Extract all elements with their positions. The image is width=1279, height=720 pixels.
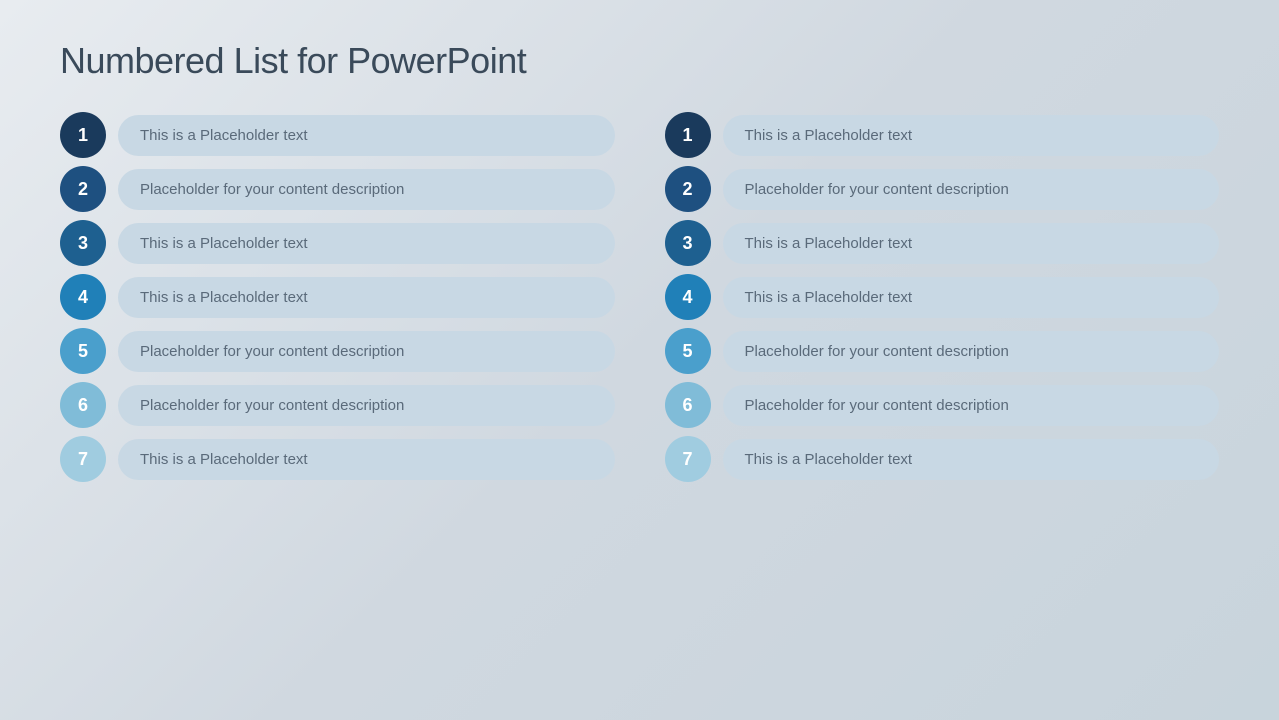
list-item-text-1: This is a Placeholder text [118,115,615,156]
number-circle-5: 5 [60,328,106,374]
number-circle-2: 2 [665,166,711,212]
number-circle-6: 6 [665,382,711,428]
list-item-text-5: Placeholder for your content description [118,331,615,372]
list-item-text-1: This is a Placeholder text [723,115,1220,156]
list-item: 7 This is a Placeholder text [60,436,615,482]
list-item-text-2: Placeholder for your content description [118,169,615,210]
list-item: 5 Placeholder for your content descriptio… [60,328,615,374]
left-column: 1 This is a Placeholder text 2 Placeholder … [60,112,615,690]
list-item-text-7: This is a Placeholder text [118,439,615,480]
number-circle-1: 1 [60,112,106,158]
page-title: Numbered List for PowerPoint [60,40,1219,82]
number-circle-7: 7 [665,436,711,482]
list-item: 3 This is a Placeholder text [665,220,1220,266]
number-circle-7: 7 [60,436,106,482]
number-circle-4: 4 [665,274,711,320]
list-item: 7 This is a Placeholder text [665,436,1220,482]
number-circle-2: 2 [60,166,106,212]
number-circle-4: 4 [60,274,106,320]
list-item: 3 This is a Placeholder text [60,220,615,266]
list-item-text-7: This is a Placeholder text [723,439,1220,480]
number-circle-3: 3 [60,220,106,266]
list-item-text-4: This is a Placeholder text [723,277,1220,318]
number-circle-5: 5 [665,328,711,374]
number-circle-3: 3 [665,220,711,266]
number-circle-6: 6 [60,382,106,428]
list-item: 1 This is a Placeholder text [60,112,615,158]
list-item-text-3: This is a Placeholder text [118,223,615,264]
columns-container: 1 This is a Placeholder text 2 Placeholder … [60,112,1219,690]
list-item: 4 This is a Placeholder text [60,274,615,320]
list-item: 6 Placeholder for your content descriptio… [60,382,615,428]
right-column: 1 This is a Placeholder text 2 Placeholder … [665,112,1220,690]
list-item: 1 This is a Placeholder text [665,112,1220,158]
list-item: 5 Placeholder for your content descriptio… [665,328,1220,374]
list-item: 2 Placeholder for your content descriptio… [665,166,1220,212]
list-item: 4 This is a Placeholder text [665,274,1220,320]
number-circle-1: 1 [665,112,711,158]
list-item-text-4: This is a Placeholder text [118,277,615,318]
list-item-text-2: Placeholder for your content description [723,169,1220,210]
list-item: 6 Placeholder for your content descriptio… [665,382,1220,428]
list-item-text-6: Placeholder for your content description [118,385,615,426]
slide: Numbered List for PowerPoint 1 This is a … [0,0,1279,720]
list-item-text-5: Placeholder for your content description [723,331,1220,372]
list-item-text-3: This is a Placeholder text [723,223,1220,264]
list-item: 2 Placeholder for your content descriptio… [60,166,615,212]
list-item-text-6: Placeholder for your content description [723,385,1220,426]
